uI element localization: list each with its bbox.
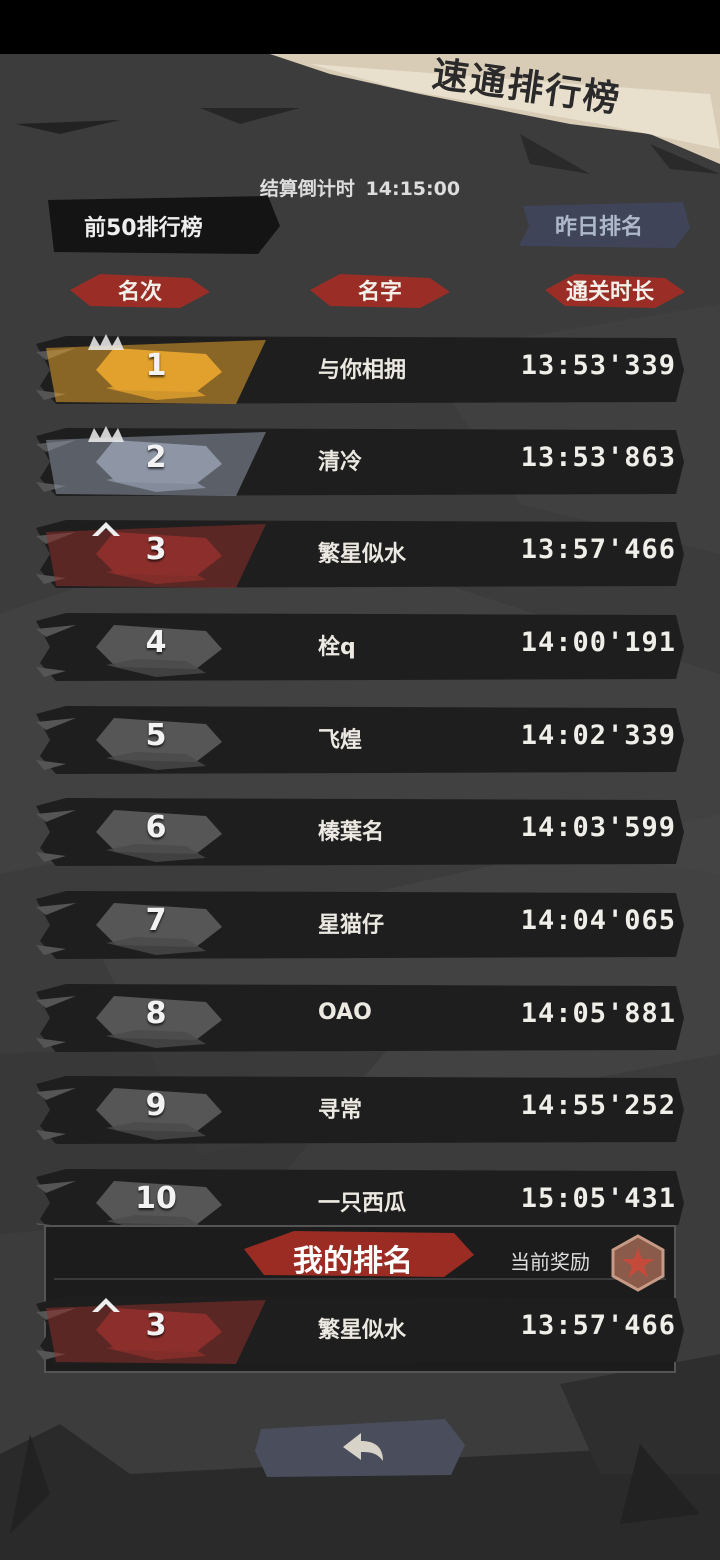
leaderboard-row[interactable]: 10 一只西瓜 15:05'431 bbox=[36, 1163, 686, 1225]
rank-number: 7 bbox=[145, 903, 167, 938]
player-name: 飞煌 bbox=[318, 728, 363, 753]
player-name: 栓q bbox=[318, 635, 356, 660]
player-name: 一只西瓜 bbox=[318, 1191, 407, 1216]
player-name: 繁星似水 bbox=[318, 1318, 407, 1343]
column-header-name: 名字 bbox=[357, 280, 402, 305]
player-name: 榛葉名 bbox=[318, 820, 385, 845]
clear-time: 14:55'252 bbox=[520, 1090, 676, 1121]
column-header-time: 通关时长 bbox=[565, 280, 654, 305]
player-name: 寻常 bbox=[318, 1098, 363, 1123]
player-name: 与你相拥 bbox=[318, 358, 407, 383]
leaderboard-row[interactable]: 5 飞煌 14:02'339 bbox=[36, 700, 686, 780]
tab-top50[interactable]: 前50排行榜 bbox=[84, 210, 203, 242]
rank-number: 6 bbox=[145, 810, 167, 845]
clear-time: 14:05'881 bbox=[520, 998, 676, 1029]
player-name: OAO bbox=[318, 1000, 372, 1025]
player-name: 繁星似水 bbox=[318, 542, 407, 567]
status-bar bbox=[0, 0, 720, 54]
player-name: 清冷 bbox=[318, 450, 363, 475]
clear-time: 13:53'339 bbox=[520, 350, 676, 381]
rank-number: 3 bbox=[145, 1308, 167, 1343]
rank-number: 10 bbox=[135, 1181, 177, 1216]
rank-number: 8 bbox=[145, 996, 167, 1031]
back-button[interactable] bbox=[255, 1415, 465, 1481]
rank-number: 3 bbox=[145, 532, 167, 567]
rank-number: 5 bbox=[145, 718, 167, 753]
yesterday-rank-button[interactable]: 昨日排名 bbox=[555, 209, 643, 241]
rank-number: 2 bbox=[145, 440, 167, 475]
leaderboard-row[interactable]: 7 星猫仔 14:04'065 bbox=[36, 885, 686, 965]
clear-time: 13:57'466 bbox=[520, 1310, 676, 1341]
clear-time: 14:03'599 bbox=[520, 812, 676, 843]
clear-time: 13:53'863 bbox=[520, 442, 676, 473]
leaderboard-row[interactable]: 9 寻常 14:55'252 bbox=[36, 1070, 686, 1150]
leaderboard-row[interactable]: 6 榛葉名 14:03'599 bbox=[36, 792, 686, 872]
clear-time: 14:00'191 bbox=[520, 627, 676, 658]
clear-time: 14:02'339 bbox=[520, 720, 676, 751]
bronze-medal-icon[interactable] bbox=[607, 1234, 669, 1294]
rank-number: 9 bbox=[145, 1088, 167, 1123]
my-rank-title: 我的排名 bbox=[293, 1244, 413, 1279]
clear-time: 14:04'065 bbox=[520, 905, 676, 936]
rank-number: 4 bbox=[145, 625, 167, 660]
clear-time: 13:57'466 bbox=[520, 534, 676, 565]
countdown-value: 14:15:00 bbox=[365, 178, 461, 200]
current-reward-label: 当前奖励 bbox=[510, 1250, 590, 1274]
my-rank-entry: 3 繁星似水 13:57'466 bbox=[36, 1290, 686, 1370]
leaderboard-row[interactable]: 1 与你相拥 13:53'339 bbox=[36, 330, 686, 410]
leaderboard-row[interactable]: 8 OAO 14:05'881 bbox=[36, 978, 686, 1058]
rank-number: 1 bbox=[145, 348, 167, 383]
leaderboard-row[interactable]: 2 清冷 13:53'863 bbox=[36, 422, 686, 502]
player-name: 星猫仔 bbox=[318, 913, 385, 938]
leaderboard-row[interactable]: 4 栓q 14:00'191 bbox=[36, 607, 686, 687]
clear-time: 15:05'431 bbox=[520, 1183, 676, 1214]
leaderboard-row[interactable]: 3 繁星似水 13:57'466 bbox=[36, 514, 686, 594]
column-header-rank: 名次 bbox=[117, 280, 162, 305]
